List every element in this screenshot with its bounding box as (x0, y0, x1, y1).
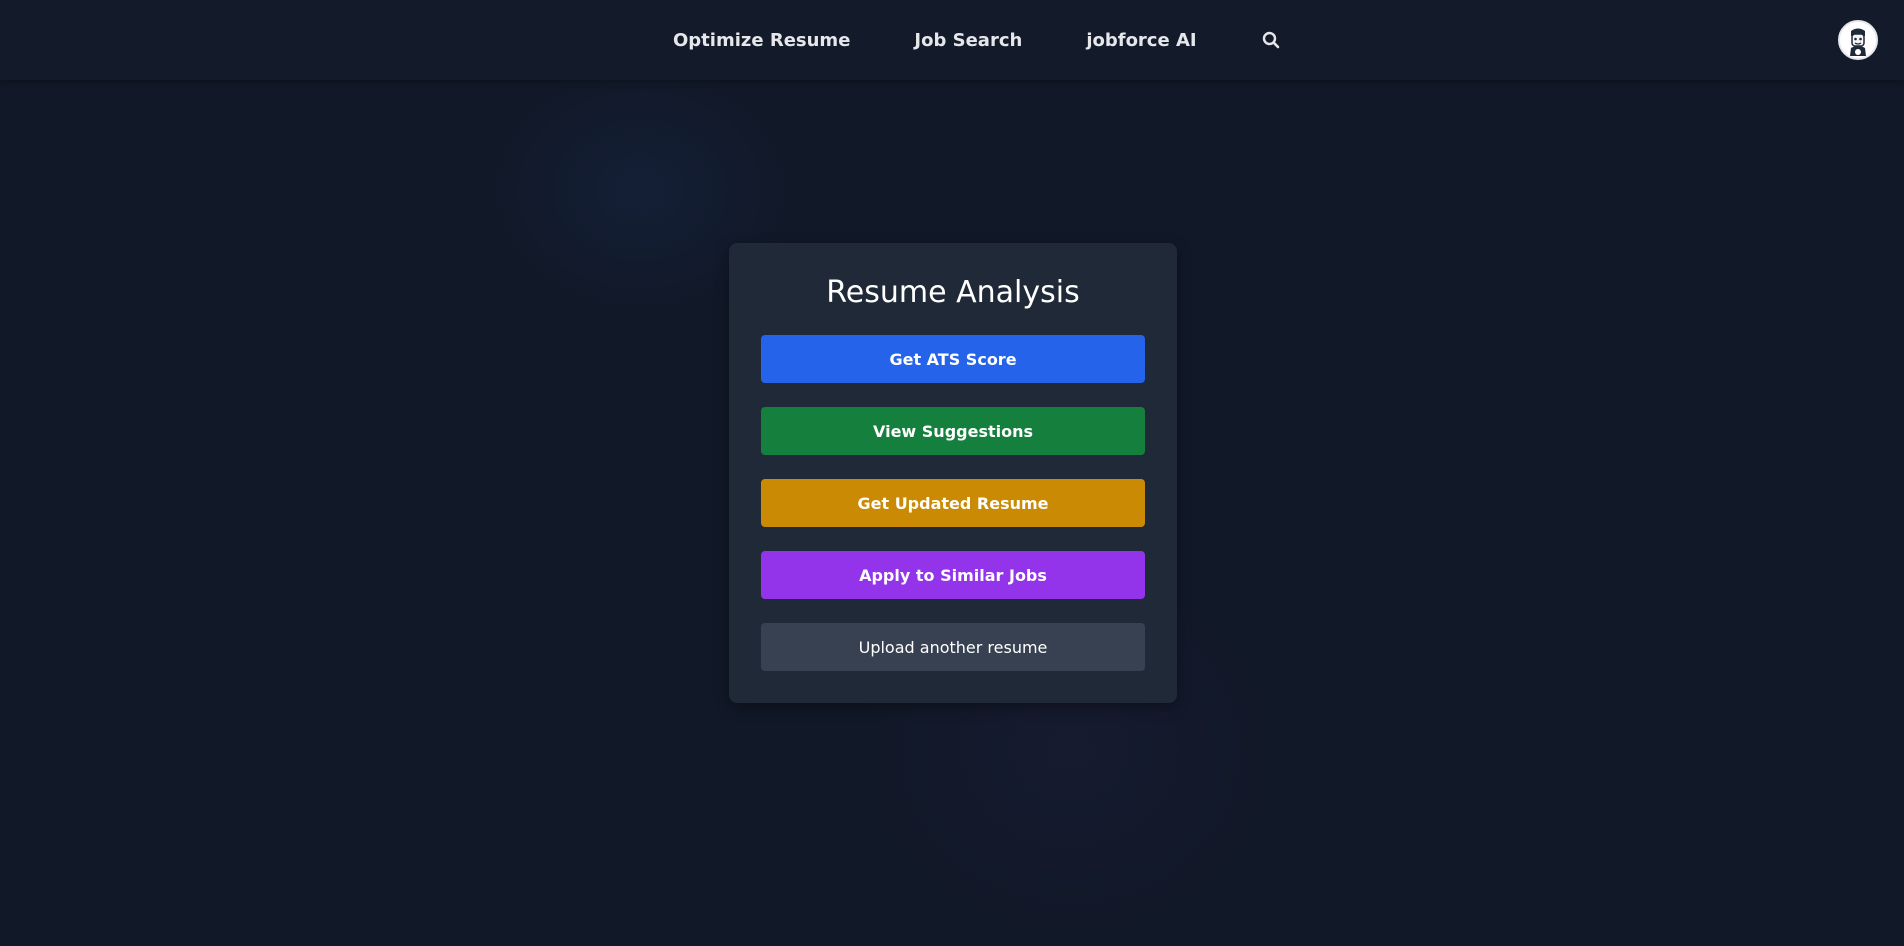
search-icon[interactable] (1261, 30, 1281, 50)
nav-link-job-search[interactable]: Job Search (914, 30, 1022, 51)
nav-link-jobforce-ai[interactable]: jobforce AI (1086, 30, 1196, 51)
nav-link-optimize-resume[interactable]: Optimize Resume (673, 30, 850, 51)
card-title: Resume Analysis (826, 275, 1080, 310)
get-ats-score-button[interactable]: Get ATS Score (761, 335, 1145, 383)
view-suggestions-button[interactable]: View Suggestions (761, 407, 1145, 455)
user-avatar-icon[interactable] (1838, 20, 1878, 60)
get-updated-resume-button[interactable]: Get Updated Resume (761, 479, 1145, 527)
top-navbar: Optimize Resume Job Search jobforce AI (0, 0, 1904, 80)
page: Optimize Resume Job Search jobforce AI R… (0, 0, 1904, 946)
resume-analysis-card: Resume Analysis Get ATS Score View Sugge… (729, 243, 1177, 703)
nav-links: Optimize Resume Job Search jobforce AI (673, 0, 1281, 80)
upload-another-resume-button[interactable]: Upload another resume (761, 623, 1145, 671)
apply-similar-jobs-button[interactable]: Apply to Similar Jobs (761, 551, 1145, 599)
